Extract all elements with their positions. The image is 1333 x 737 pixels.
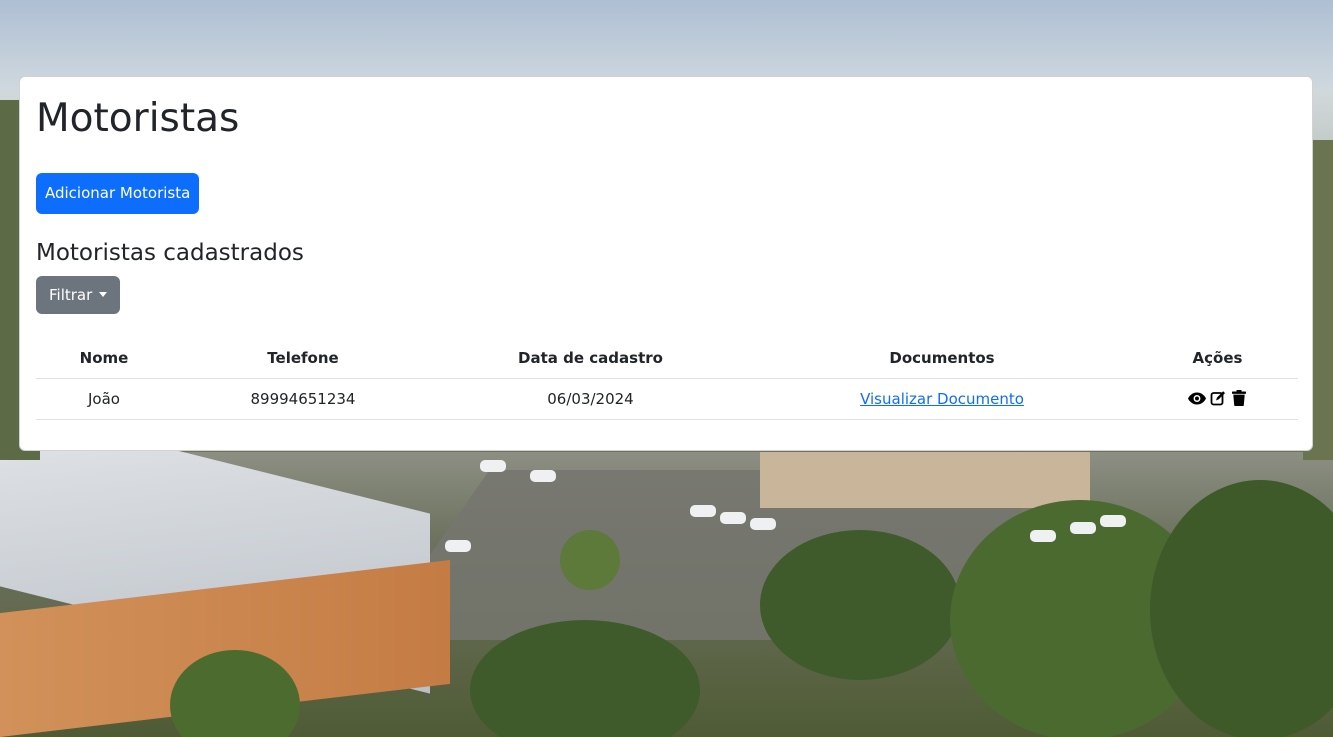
filter-label: Filtrar — [49, 286, 93, 304]
cell-data-cadastro: 06/03/2024 — [434, 378, 747, 420]
filter-dropdown-button[interactable]: Filtrar — [36, 276, 121, 314]
trash-icon[interactable] — [1230, 389, 1248, 407]
caret-down-icon — [99, 292, 108, 297]
header-documentos: Documentos — [747, 338, 1137, 379]
drivers-card: Motoristas Adicionar Motorista Motorista… — [19, 76, 1313, 451]
cell-documentos: Visualizar Documento — [747, 378, 1137, 420]
add-driver-button[interactable]: Adicionar Motorista — [36, 173, 200, 214]
page-title: Motoristas — [36, 96, 240, 141]
table-header-row: Nome Telefone Data de cadastro Documento… — [36, 338, 1298, 379]
header-data-cadastro: Data de cadastro — [434, 338, 747, 379]
section-title: Motoristas cadastrados — [36, 240, 304, 266]
table-row: João 89994651234 06/03/2024 Visualizar D… — [36, 378, 1298, 420]
header-nome: Nome — [36, 338, 172, 379]
eye-icon[interactable] — [1187, 389, 1206, 407]
header-telefone: Telefone — [172, 338, 434, 379]
cell-telefone: 89994651234 — [172, 378, 434, 420]
edit-icon[interactable] — [1209, 389, 1227, 407]
row-actions — [1187, 389, 1248, 407]
drivers-table: Nome Telefone Data de cadastro Documento… — [36, 338, 1298, 420]
cell-nome: João — [36, 378, 172, 420]
header-acoes: Ações — [1137, 338, 1298, 379]
cell-acoes — [1137, 378, 1298, 420]
view-document-link[interactable]: Visualizar Documento — [860, 390, 1024, 408]
